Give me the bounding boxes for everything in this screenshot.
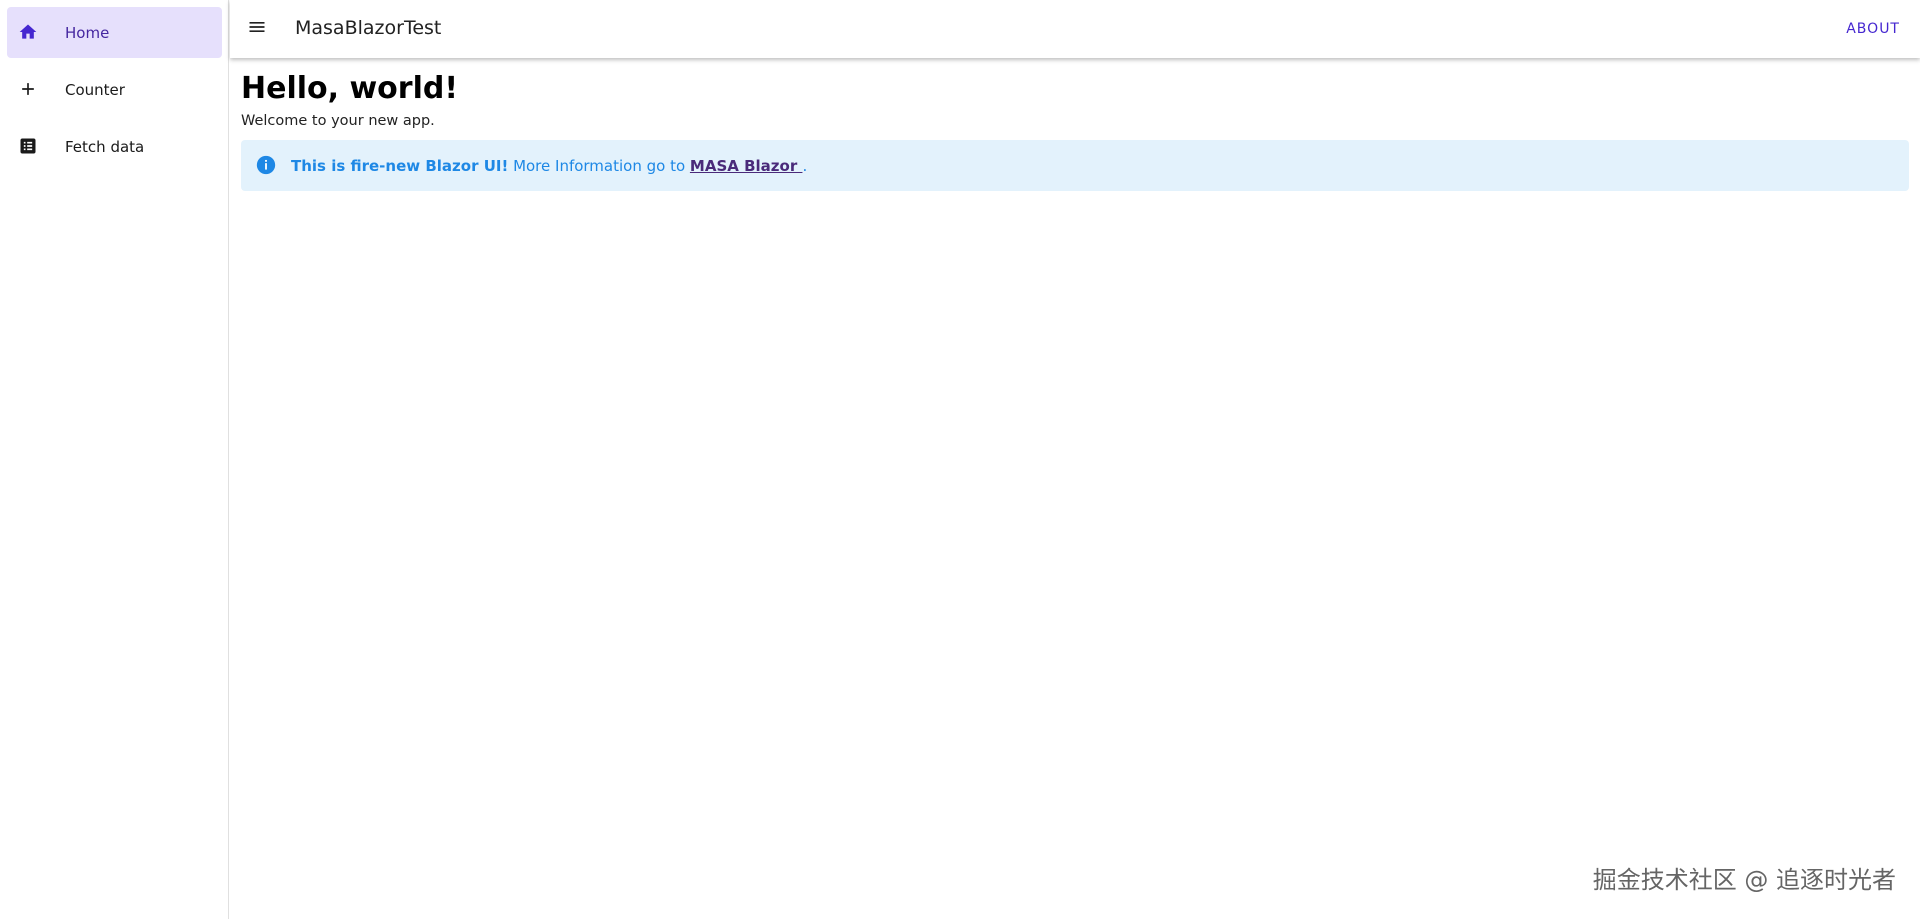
alert-plain-text: More Information go to [508, 156, 690, 175]
app-root: Home Counter Fetch data MasaBlazorTest A… [0, 0, 1920, 919]
app-bar: MasaBlazorTest ABOUT [230, 0, 1920, 58]
masa-blazor-link[interactable]: MASA Blazor [690, 157, 803, 175]
main-content: Hello, world! Welcome to your new app. T… [241, 70, 1909, 191]
alert-message: This is fire-new Blazor UI! More Informa… [291, 140, 807, 191]
alert-suffix: . [802, 156, 808, 175]
app-title: MasaBlazorTest [295, 17, 442, 39]
sidebar-item-label: Home [65, 23, 110, 42]
home-icon [16, 20, 40, 44]
sidebar-item-label: Fetch data [65, 137, 145, 156]
sidebar-item-home[interactable]: Home [7, 7, 222, 58]
about-button[interactable]: ABOUT [1846, 0, 1900, 58]
hamburger-menu-icon [247, 17, 267, 41]
info-icon [255, 154, 277, 176]
sidebar-item-counter[interactable]: Counter [7, 64, 222, 115]
watermark: 掘金技术社区 @ 追逐时光者 [1592, 866, 1896, 894]
welcome-text: Welcome to your new app. [241, 113, 435, 129]
alert-bold-text: This is fire-new Blazor UI! [291, 156, 509, 175]
sidebar-item-fetch-data[interactable]: Fetch data [7, 121, 222, 172]
page-title: Hello, world! [241, 71, 459, 106]
info-alert: This is fire-new Blazor UI! More Informa… [241, 140, 1909, 191]
menu-toggle-button[interactable] [243, 15, 271, 43]
sidebar-item-label: Counter [65, 80, 125, 99]
list-box-icon [16, 134, 40, 158]
sidebar: Home Counter Fetch data [0, 0, 229, 919]
plus-icon [16, 77, 40, 101]
